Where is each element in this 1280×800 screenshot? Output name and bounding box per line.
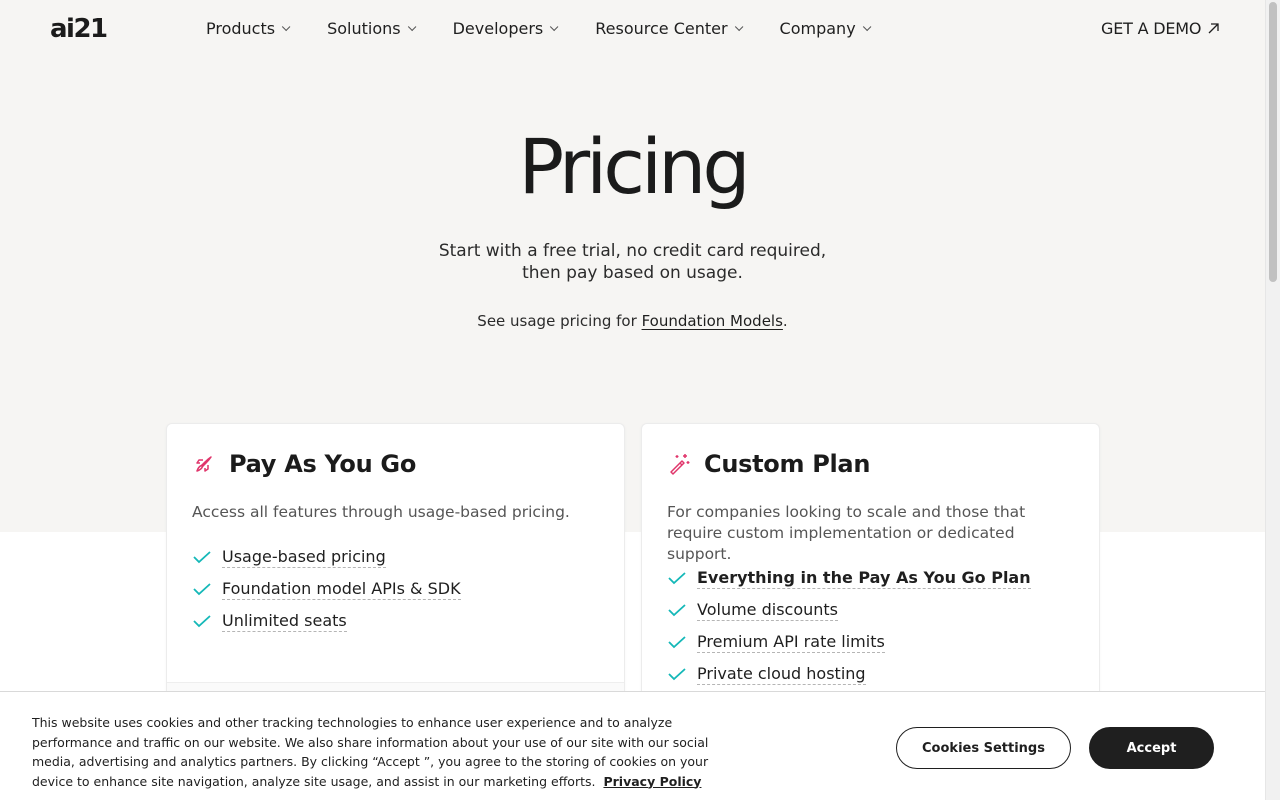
feature-item: Everything in the Pay As You Go Plan bbox=[667, 562, 1031, 594]
usage-note: See usage pricing for Foundation Models. bbox=[0, 312, 1265, 330]
check-icon bbox=[668, 572, 686, 585]
page-title: Pricing bbox=[518, 122, 750, 211]
usage-suffix: . bbox=[782, 312, 788, 330]
feature-label[interactable]: Foundation model APIs & SDK bbox=[222, 579, 461, 600]
site-header: ai21 Products Solutions Developers Resou… bbox=[0, 0, 1265, 60]
plan-header: Pay As You Go bbox=[192, 450, 416, 478]
feature-item: Premium API rate limits bbox=[667, 626, 1031, 658]
chevron-down-icon bbox=[734, 22, 743, 31]
accept-button[interactable]: Accept bbox=[1089, 727, 1214, 769]
check-icon bbox=[668, 604, 686, 617]
nav-label: Developers bbox=[452, 19, 544, 38]
hero-subtitle: Start with a free trial, no credit card … bbox=[0, 240, 1265, 284]
page: ai21 Products Solutions Developers Resou… bbox=[0, 0, 1265, 800]
privacy-policy-link[interactable]: Privacy Policy bbox=[603, 774, 701, 789]
scrollbar-thumb[interactable] bbox=[1269, 2, 1277, 282]
feature-label[interactable]: Everything in the Pay As You Go Plan bbox=[697, 568, 1031, 589]
nav-label: Products bbox=[206, 19, 276, 38]
nav-developers[interactable]: Developers bbox=[452, 19, 559, 38]
rocket-icon bbox=[196, 456, 212, 472]
chevron-down-icon bbox=[550, 22, 559, 31]
usage-prefix: See usage pricing for bbox=[477, 312, 637, 330]
plan-card-pay-as-you-go: Pay As You Go Access all features throug… bbox=[166, 423, 625, 723]
feature-item: Usage-based pricing bbox=[192, 541, 461, 573]
chevron-down-icon bbox=[407, 22, 416, 31]
feature-item: Unlimited seats bbox=[192, 605, 461, 637]
check-icon bbox=[193, 583, 211, 596]
feature-label[interactable]: Usage-based pricing bbox=[222, 547, 386, 568]
subtitle-line: then pay based on usage. bbox=[522, 263, 743, 283]
check-icon bbox=[668, 668, 686, 681]
cookie-text: This website uses cookies and other trac… bbox=[32, 713, 712, 791]
chevron-down-icon bbox=[862, 22, 872, 31]
feature-list: Everything in the Pay As You Go Plan Vol… bbox=[667, 562, 1031, 690]
check-icon bbox=[668, 636, 686, 649]
plan-header: Custom Plan bbox=[667, 450, 870, 478]
plan-title: Custom Plan bbox=[704, 450, 871, 478]
nav-company[interactable]: Company bbox=[779, 19, 872, 38]
feature-label[interactable]: Premium API rate limits bbox=[697, 632, 885, 653]
feature-item: Foundation model APIs & SDK bbox=[192, 573, 461, 605]
check-icon bbox=[193, 615, 211, 628]
feature-label[interactable]: Unlimited seats bbox=[222, 611, 347, 632]
arrow-up-right-icon bbox=[1208, 23, 1219, 34]
check-icon bbox=[193, 551, 211, 564]
cookie-banner: This website uses cookies and other trac… bbox=[0, 691, 1265, 800]
feature-list: Usage-based pricing Foundation model API… bbox=[192, 541, 461, 637]
plan-card-custom: Custom Plan For companies looking to sca… bbox=[641, 423, 1100, 723]
nav-products[interactable]: Products bbox=[206, 19, 291, 38]
nav-solutions[interactable]: Solutions bbox=[327, 19, 416, 38]
feature-item: Private cloud hosting bbox=[667, 658, 1031, 690]
subtitle-line: Start with a free trial, no credit card … bbox=[438, 241, 827, 261]
feature-label[interactable]: Volume discounts bbox=[697, 600, 839, 621]
chevron-down-icon bbox=[281, 22, 291, 31]
main-nav: Products Solutions Developers Resource C… bbox=[206, 19, 908, 38]
logo[interactable]: ai21 bbox=[50, 14, 108, 44]
foundation-models-link[interactable]: Foundation Models bbox=[642, 312, 783, 330]
feature-item: Volume discounts bbox=[667, 594, 1031, 626]
feature-label[interactable]: Private cloud hosting bbox=[697, 664, 866, 685]
plan-description: Access all features through usage-based … bbox=[192, 503, 570, 521]
magic-wand-icon bbox=[670, 454, 690, 475]
scrollbar[interactable] bbox=[1265, 0, 1280, 800]
plan-description: For companies looking to scale and those… bbox=[667, 503, 1026, 563]
nav-resource-center[interactable]: Resource Center bbox=[595, 19, 743, 38]
nav-label: Company bbox=[779, 19, 856, 38]
get-a-demo-link[interactable]: GET A DEMO bbox=[1101, 19, 1220, 38]
cta-label: GET A DEMO bbox=[1101, 19, 1202, 38]
nav-label: Resource Center bbox=[595, 19, 728, 38]
cookies-settings-button[interactable]: Cookies Settings bbox=[896, 727, 1071, 769]
nav-label: Solutions bbox=[327, 19, 401, 38]
plan-title: Pay As You Go bbox=[229, 450, 417, 478]
